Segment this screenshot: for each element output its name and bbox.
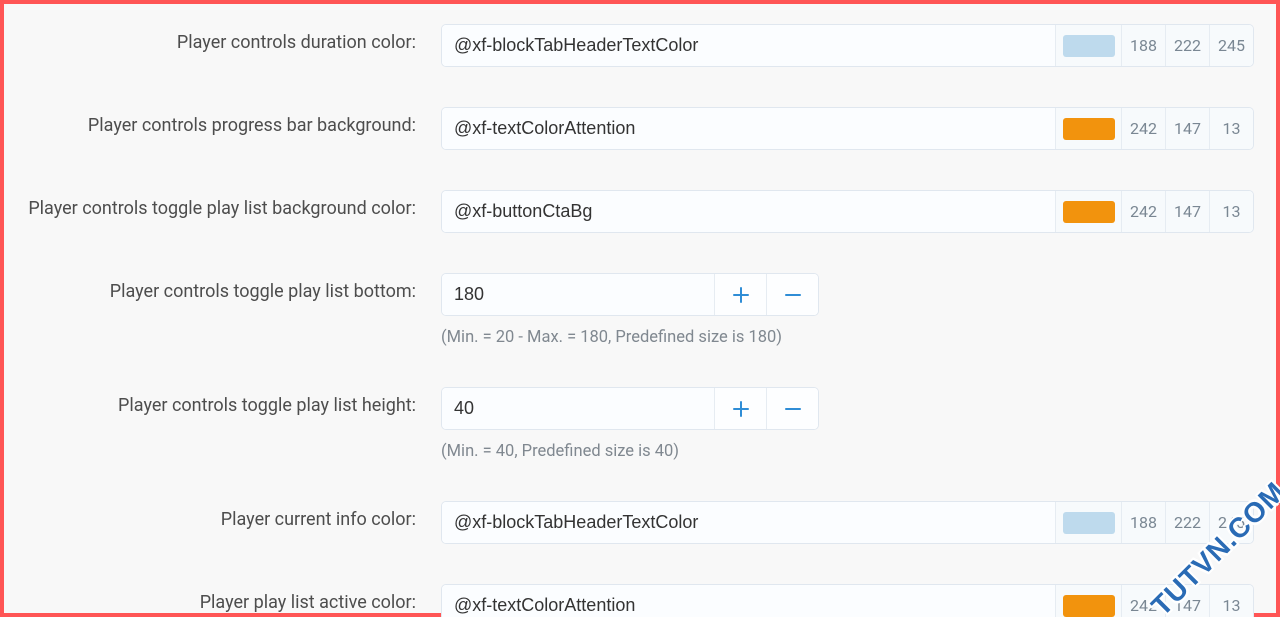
setting-control: 242 147 13: [416, 584, 1276, 617]
setting-row-toggle-playlist-bg: Player controls toggle play list backgro…: [4, 190, 1276, 233]
settings-page: Player controls duration color: 188 222 …: [4, 4, 1276, 613]
color-swatch-button[interactable]: [1055, 585, 1121, 617]
color-swatch: [1063, 35, 1115, 57]
color-r-value: 242: [1121, 108, 1165, 149]
setting-row-playlist-active-color: Player play list active color: 242 147 1…: [4, 584, 1276, 617]
setting-row-progress-bar-bg: Player controls progress bar background:…: [4, 107, 1276, 150]
setting-row-toggle-playlist-bottom: Player controls toggle play list bottom:…: [4, 273, 1276, 347]
setting-label: Player play list active color:: [4, 584, 416, 613]
setting-label: Player controls toggle play list height:: [4, 387, 416, 416]
stepper-increment-button[interactable]: [714, 274, 766, 315]
color-g-value: 147: [1165, 585, 1209, 617]
stepper-increment-button[interactable]: [714, 388, 766, 429]
number-stepper: [441, 387, 819, 430]
setting-control: (Min. = 20 - Max. = 180, Predefined size…: [416, 273, 1276, 347]
setting-control: (Min. = 40, Predefined size is 40): [416, 387, 1276, 461]
number-input[interactable]: [442, 388, 714, 429]
color-r-value: 242: [1121, 191, 1165, 232]
number-stepper: [441, 273, 819, 316]
color-swatch-button[interactable]: [1055, 108, 1121, 149]
color-b-value: 13: [1209, 585, 1253, 617]
minus-icon: [784, 400, 802, 418]
setting-control: 242 147 13: [416, 107, 1276, 150]
stepper-decrement-button[interactable]: [766, 274, 818, 315]
color-value-input[interactable]: [442, 585, 1055, 617]
color-b-value: 245: [1209, 502, 1253, 543]
color-swatch: [1063, 512, 1115, 534]
color-r-value: 242: [1121, 585, 1165, 617]
color-r-value: 188: [1121, 502, 1165, 543]
color-swatch: [1063, 201, 1115, 223]
setting-row-toggle-playlist-height: Player controls toggle play list height:…: [4, 387, 1276, 461]
color-g-value: 222: [1165, 502, 1209, 543]
setting-label: Player controls toggle play list backgro…: [4, 190, 416, 219]
color-value-input[interactable]: [442, 25, 1055, 66]
setting-label: Player controls toggle play list bottom:: [4, 273, 416, 302]
number-input[interactable]: [442, 274, 714, 315]
color-input-group: 188 222 245: [441, 501, 1254, 544]
color-r-value: 188: [1121, 25, 1165, 66]
color-swatch-button[interactable]: [1055, 502, 1121, 543]
stepper-decrement-button[interactable]: [766, 388, 818, 429]
setting-label: Player controls progress bar background:: [4, 107, 416, 136]
color-g-value: 147: [1165, 191, 1209, 232]
color-swatch: [1063, 118, 1115, 140]
plus-icon: [732, 400, 750, 418]
color-input-group: 242 147 13: [441, 107, 1254, 150]
setting-hint: (Min. = 40, Predefined size is 40): [441, 442, 1254, 461]
color-g-value: 147: [1165, 108, 1209, 149]
color-value-input[interactable]: [442, 502, 1055, 543]
color-b-value: 245: [1209, 25, 1253, 66]
color-value-input[interactable]: [442, 108, 1055, 149]
setting-label: Player current info color:: [4, 501, 416, 530]
color-input-group: 242 147 13: [441, 584, 1254, 617]
color-swatch-button[interactable]: [1055, 191, 1121, 232]
minus-icon: [784, 286, 802, 304]
setting-row-current-info-color: Player current info color: 188 222 245: [4, 501, 1276, 544]
setting-control: 242 147 13: [416, 190, 1276, 233]
setting-row-duration-color: Player controls duration color: 188 222 …: [4, 24, 1276, 67]
setting-control: 188 222 245: [416, 24, 1276, 67]
color-swatch: [1063, 595, 1115, 617]
color-swatch-button[interactable]: [1055, 25, 1121, 66]
color-input-group: 188 222 245: [441, 24, 1254, 67]
setting-control: 188 222 245: [416, 501, 1276, 544]
setting-label: Player controls duration color:: [4, 24, 416, 53]
color-b-value: 13: [1209, 108, 1253, 149]
color-b-value: 13: [1209, 191, 1253, 232]
color-value-input[interactable]: [442, 191, 1055, 232]
color-g-value: 222: [1165, 25, 1209, 66]
plus-icon: [732, 286, 750, 304]
color-input-group: 242 147 13: [441, 190, 1254, 233]
setting-hint: (Min. = 20 - Max. = 180, Predefined size…: [441, 328, 1254, 347]
